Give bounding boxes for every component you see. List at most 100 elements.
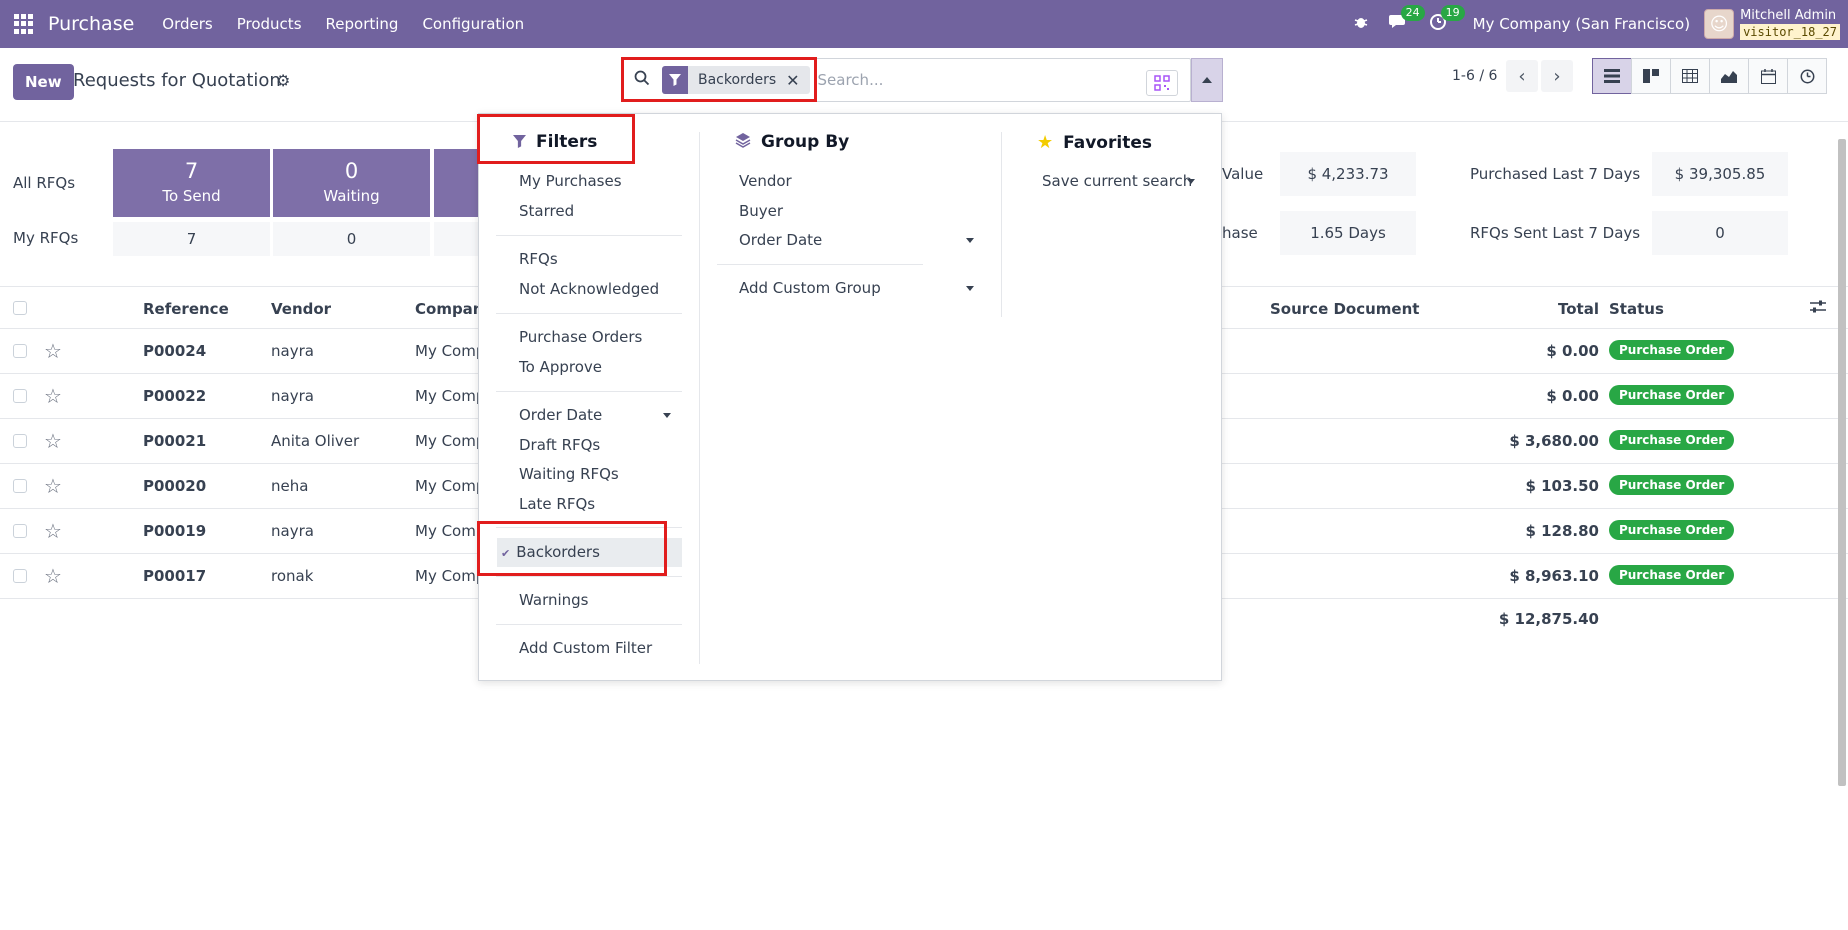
groupby-buyer[interactable]: Buyer xyxy=(739,202,783,220)
stat-value-lead-time: 1.65 Days xyxy=(1280,211,1416,255)
user-menu[interactable]: Mitchell Admin visitor_18_27 xyxy=(1740,8,1840,40)
tile-waiting[interactable]: 0 Waiting xyxy=(273,149,430,217)
vertical-scrollbar[interactable] xyxy=(1838,139,1846,786)
pivot-view-button[interactable] xyxy=(1670,58,1710,94)
filter-not-acknowledged[interactable]: Not Acknowledged xyxy=(519,280,659,298)
filter-draft-rfqs[interactable]: Draft RFQs xyxy=(519,436,600,454)
row-checkbox[interactable] xyxy=(13,389,27,403)
row-checkbox[interactable] xyxy=(13,344,27,358)
filter-rfqs[interactable]: RFQs xyxy=(519,250,558,268)
groupby-vendor[interactable]: Vendor xyxy=(739,172,792,190)
favorite-star-icon[interactable]: ☆ xyxy=(44,339,62,363)
menu-products[interactable]: Products xyxy=(237,15,302,33)
row-checkbox[interactable] xyxy=(13,524,27,538)
optional-columns-icon[interactable] xyxy=(1810,300,1826,318)
page-title: Requests for Quotation xyxy=(73,70,281,91)
filter-warnings[interactable]: Warnings xyxy=(519,591,589,609)
activity-view-button[interactable] xyxy=(1787,58,1827,94)
tile-label: Waiting xyxy=(323,187,380,205)
favorite-star-icon[interactable]: ☆ xyxy=(44,429,62,453)
row-checkbox[interactable] xyxy=(13,434,27,448)
row-checkbox[interactable] xyxy=(13,569,27,583)
status-badge: Purchase Order xyxy=(1609,340,1735,360)
status-badge: Purchase Order xyxy=(1609,385,1735,405)
add-custom-group[interactable]: Add Custom Group xyxy=(739,279,881,297)
barcode-scan-icon[interactable] xyxy=(1146,70,1178,96)
filter-purchase-orders[interactable]: Purchase Orders xyxy=(519,328,642,346)
add-custom-filter[interactable]: Add Custom Filter xyxy=(519,639,652,657)
graph-view-button[interactable] xyxy=(1709,58,1749,94)
tile-to-send[interactable]: 7 To Send xyxy=(113,149,270,217)
groupby-order-date-caret-icon[interactable] xyxy=(966,238,974,243)
column-vendor[interactable]: Vendor xyxy=(271,300,331,318)
activities-badge: 19 xyxy=(1440,5,1465,21)
activities-clock-icon[interactable]: 19 xyxy=(1429,5,1465,35)
save-current-search[interactable]: Save current search xyxy=(1042,172,1192,190)
filter-order-date[interactable]: Order Date xyxy=(519,406,602,424)
order-date-caret-icon[interactable] xyxy=(663,413,671,418)
view-switcher xyxy=(1592,58,1827,94)
status-badge: Purchase Order xyxy=(1609,520,1735,540)
company-switcher[interactable]: My Company (San Francisco) xyxy=(1473,15,1690,33)
my-late-count[interactable] xyxy=(434,222,484,256)
column-source-document[interactable]: Source Document xyxy=(1270,300,1419,318)
stat-value-rfqs-sent-7-days: 0 xyxy=(1652,211,1788,255)
list-view-button[interactable] xyxy=(1592,58,1632,94)
tile-label: To Send xyxy=(162,187,221,205)
favorite-star-icon[interactable]: ☆ xyxy=(44,519,62,543)
filter-late-rfqs[interactable]: Late RFQs xyxy=(519,495,595,513)
search-input[interactable] xyxy=(817,71,1118,89)
pager-previous-button[interactable]: ‹ xyxy=(1506,60,1538,92)
my-to-send-count[interactable]: 7 xyxy=(113,222,270,256)
new-button[interactable]: New xyxy=(13,64,74,100)
user-avatar[interactable]: ☺ xyxy=(1704,9,1735,39)
groupby-order-date[interactable]: Order Date xyxy=(739,231,822,249)
kanban-view-button[interactable] xyxy=(1631,58,1671,94)
filter-starred[interactable]: Starred xyxy=(519,202,574,220)
column-reference[interactable]: Reference xyxy=(143,300,229,318)
tile-count: 7 xyxy=(184,159,199,183)
filter-my-purchases[interactable]: My Purchases xyxy=(519,172,622,190)
select-all-checkbox[interactable] xyxy=(13,301,27,315)
messages-chat-icon[interactable]: 24 xyxy=(1388,5,1425,35)
menu-reporting[interactable]: Reporting xyxy=(326,15,399,33)
pager-value[interactable]: 1-6 / 6 xyxy=(1452,68,1497,84)
row-vendor: Anita Oliver xyxy=(271,432,360,450)
add-custom-group-caret-icon[interactable] xyxy=(966,286,974,291)
filter-to-approve[interactable]: To Approve xyxy=(519,358,602,376)
pager-next-button[interactable]: › xyxy=(1541,60,1573,92)
debug-bug-icon[interactable] xyxy=(1353,14,1369,34)
database-name: visitor_18_27 xyxy=(1740,23,1840,40)
my-waiting-count[interactable]: 0 xyxy=(273,222,430,256)
row-checkbox[interactable] xyxy=(13,479,27,493)
favorite-star-icon[interactable]: ☆ xyxy=(44,474,62,498)
save-search-caret-icon[interactable] xyxy=(1187,179,1195,184)
search-bar[interactable]: Backorders ✕ xyxy=(621,58,1191,102)
favorite-star-icon[interactable]: ☆ xyxy=(44,384,62,408)
column-total[interactable]: Total xyxy=(1558,300,1599,318)
facet-remove-icon[interactable]: ✕ xyxy=(786,71,809,90)
my-rfqs-label: My RFQs xyxy=(13,229,79,247)
row-vendor: ronak xyxy=(271,567,314,585)
column-status[interactable]: Status xyxy=(1609,300,1664,318)
calendar-view-button[interactable] xyxy=(1748,58,1788,94)
favorite-star-icon[interactable]: ☆ xyxy=(44,564,62,588)
row-company: My Comp xyxy=(415,342,486,360)
filters-heading: Filters xyxy=(513,132,597,152)
tile-late[interactable] xyxy=(434,149,484,217)
stat-label-rfqs-sent-7-days: RFQs Sent Last 7 Days xyxy=(1470,224,1641,242)
menu-configuration[interactable]: Configuration xyxy=(422,15,524,33)
menu-orders[interactable]: Orders xyxy=(162,15,212,33)
row-total: $ 128.80 xyxy=(1525,522,1599,540)
groupby-heading: Group By xyxy=(735,132,849,152)
search-panel-toggle[interactable] xyxy=(1191,58,1223,102)
all-rfqs-label: All RFQs xyxy=(13,174,76,192)
apps-menu-icon[interactable] xyxy=(14,14,34,34)
stat-value-value: $ 4,233.73 xyxy=(1280,152,1416,196)
app-brand[interactable]: Purchase xyxy=(48,13,134,35)
favorites-heading: ★ Favorites xyxy=(1037,132,1152,153)
row-total: $ 8,963.10 xyxy=(1509,567,1599,585)
filter-backorders[interactable]: ✔ Backorders xyxy=(497,538,682,567)
filter-waiting-rfqs[interactable]: Waiting RFQs xyxy=(519,465,619,483)
gear-icon[interactable]: ⚙ xyxy=(276,71,290,90)
